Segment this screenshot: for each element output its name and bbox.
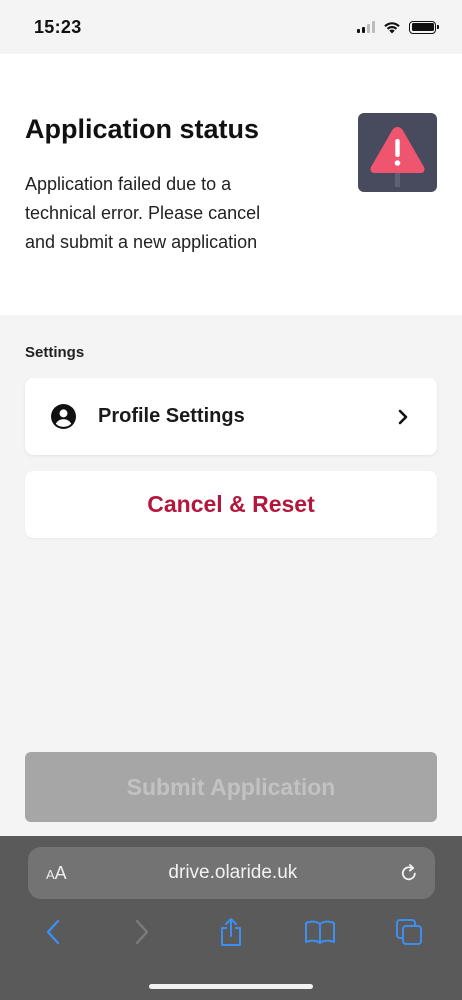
- chevron-right-icon: [398, 409, 408, 424]
- battery-icon: [409, 20, 439, 34]
- account-circle-icon: [51, 404, 76, 429]
- profile-settings-button[interactable]: Profile Settings: [25, 378, 437, 455]
- tabs-button[interactable]: [389, 914, 429, 950]
- browser-bar: AA drive.olaride.uk: [0, 836, 462, 1000]
- share-icon: [220, 918, 241, 946]
- forward-button[interactable]: [122, 914, 162, 950]
- book-icon: [305, 920, 336, 944]
- settings-section-label: Settings: [25, 344, 85, 361]
- status-message: Application failed due to a technical er…: [25, 174, 261, 252]
- reload-icon[interactable]: [399, 863, 419, 883]
- cellular-signal-icon: [357, 21, 375, 33]
- status-icons: [357, 20, 439, 34]
- profile-settings-label: Profile Settings: [98, 405, 245, 427]
- url-text: drive.olaride.uk: [168, 862, 298, 883]
- chevron-right-icon: [135, 919, 148, 945]
- warning-icon: [358, 113, 437, 192]
- share-button[interactable]: [211, 914, 251, 950]
- cancel-reset-button[interactable]: Cancel & Reset: [25, 471, 437, 538]
- home-indicator: [149, 984, 313, 989]
- bookmarks-button[interactable]: [300, 914, 340, 950]
- page-title: Application status: [25, 114, 260, 144]
- chevron-left-icon: [46, 919, 59, 945]
- status-time: 15:23: [34, 16, 82, 37]
- wifi-icon: [384, 21, 400, 33]
- address-bar[interactable]: AA drive.olaride.uk: [28, 847, 435, 899]
- browser-toolbar: [0, 914, 462, 950]
- status-bar: 15:23: [0, 0, 462, 54]
- back-button[interactable]: [33, 914, 73, 950]
- submit-application-button[interactable]: Submit Application: [25, 752, 437, 822]
- application-status-card: Application status Application failed du…: [0, 54, 462, 315]
- screen: 15:23 Application status Application fai…: [0, 0, 462, 1000]
- text-size-button[interactable]: AA: [46, 863, 67, 884]
- tabs-icon: [396, 919, 423, 945]
